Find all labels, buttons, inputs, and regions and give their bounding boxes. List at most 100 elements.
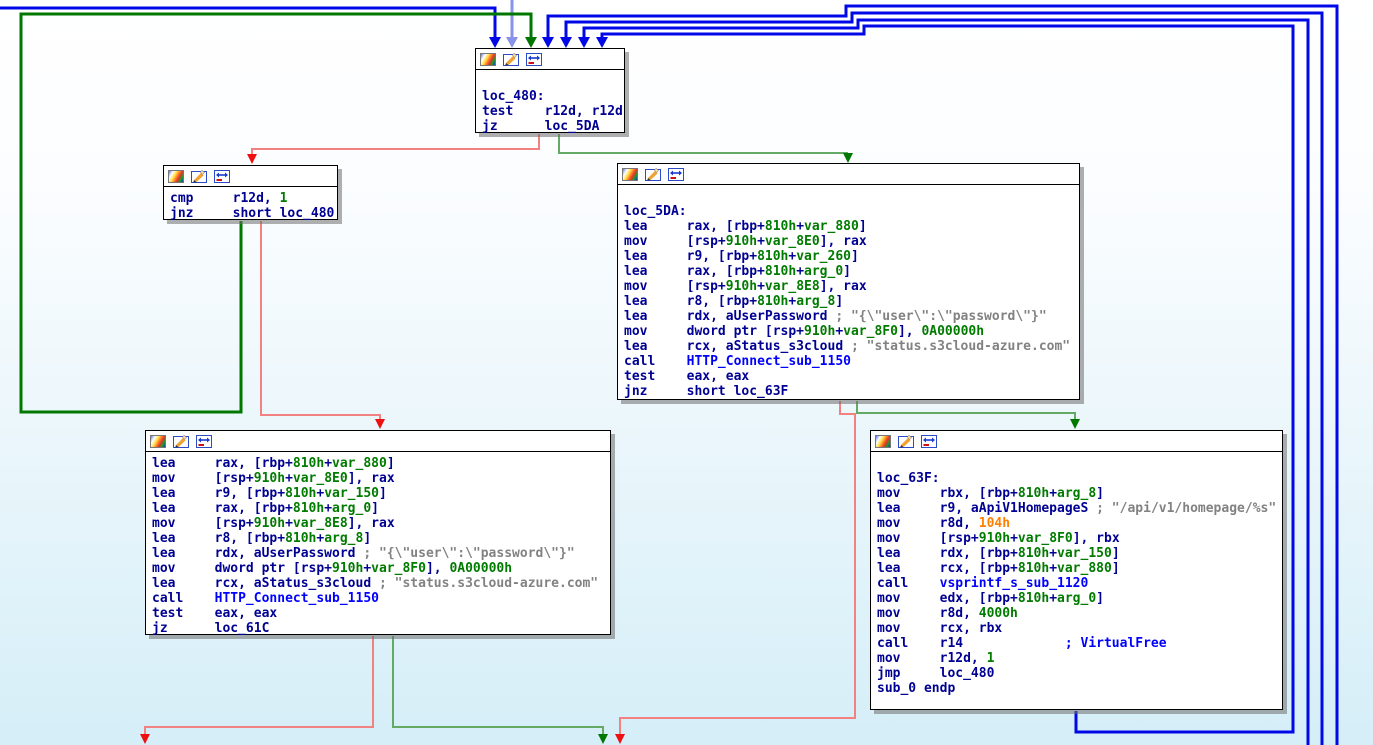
asm-line: cmp r12d, 1 (170, 191, 337, 206)
asm-line (624, 189, 1079, 204)
node-color-icon[interactable] (150, 435, 166, 448)
edge-false-connect-to-offscreen-arrowhead (140, 734, 150, 744)
node-color-icon[interactable] (168, 170, 184, 183)
node-edit-icon[interactable] (191, 170, 207, 183)
asm-line: call HTTP_Connect_sub_1150 (152, 591, 610, 606)
node-color-icon[interactable] (480, 53, 496, 66)
node-edit-icon[interactable] (898, 435, 914, 448)
asm-line: loc_5DA: (624, 204, 1079, 219)
edge-jmp-offscreen1-to-loc480-arrowhead (542, 37, 554, 48)
graph-node-connect_block[interactable]: lea rax, [rbp+810h+var_880]mov [rsp+910h… (145, 430, 611, 635)
edge-false-loc480-to-cmp (247, 134, 539, 164)
asm-line: lea rdx, aUserPassword ; "{\"user\":\"pa… (624, 309, 1079, 324)
asm-line: mov [rsp+910h+var_8E8], rax (152, 516, 610, 531)
ida-graph-view[interactable]: loc_480:test r12d, r12djz loc_5DA cmp r1… (0, 0, 1373, 745)
node-group-icon[interactable] (668, 168, 684, 181)
edge-false-loc5DA-to-offscreen (615, 401, 855, 744)
asm-line: test eax, eax (624, 369, 1079, 384)
asm-line: mov [rsp+910h+var_8E0], rax (152, 471, 610, 486)
asm-line: lea rax, [rbp+810h+var_880] (624, 219, 1079, 234)
edge-true-loc5DA-to-loc63F (857, 401, 1080, 429)
asm-line: loc_63F: (877, 471, 1282, 486)
node-group-icon[interactable] (921, 435, 937, 448)
node-disassembly[interactable]: lea rax, [rbp+810h+var_880]mov [rsp+910h… (146, 452, 610, 636)
graph-node-loc_63F[interactable]: loc_63F:mov rbx, [rbp+810h+arg_8]lea r9,… (870, 430, 1283, 710)
asm-line: lea r9, [rbp+810h+var_150] (152, 486, 610, 501)
edge-fallthrough-from-top-to-loc480 (506, 0, 518, 48)
asm-line: mov [rsp+910h+var_8F0], rbx (877, 531, 1282, 546)
asm-line: mov r8d, 104h (877, 516, 1282, 531)
edge-false-cmp-to-connect-arrowhead (375, 419, 385, 429)
node-disassembly[interactable]: loc_63F:mov rbx, [rbp+810h+arg_8]lea r9,… (871, 452, 1282, 711)
asm-line: lea r9, [rbp+810h+var_260] (624, 249, 1079, 264)
edge-true-connect-to-loc61C-offscreen-arrowhead (598, 734, 608, 744)
asm-line: lea rcx, aStatus_s3cloud ; "status.s3clo… (152, 576, 610, 591)
asm-line: call r14 ; VirtualFree (877, 636, 1282, 651)
asm-line: lea rcx, aStatus_s3cloud ; "status.s3clo… (624, 339, 1079, 354)
edge-jmp-loc63F-to-loc480-arrowhead (596, 37, 608, 48)
asm-line: jmp loc_480 (877, 666, 1282, 681)
node-title-bar[interactable] (146, 431, 610, 452)
asm-line: lea r8, [rbp+810h+arg_8] (624, 294, 1079, 309)
asm-line: loc_480: (482, 89, 624, 104)
asm-line: mov [rsp+910h+var_8E8], rax (624, 279, 1079, 294)
node-disassembly[interactable]: loc_480:test r12d, r12djz loc_5DA (476, 70, 624, 134)
asm-line: test r12d, r12d (482, 104, 624, 119)
asm-line: test eax, eax (152, 606, 610, 621)
asm-line: lea rax, [rbp+810h+arg_0] (152, 501, 610, 516)
node-title-bar[interactable] (871, 431, 1282, 452)
node-edit-icon[interactable] (503, 53, 519, 66)
asm-line: mov dword ptr [rsp+910h+var_8F0], 0A0000… (152, 561, 610, 576)
asm-line: lea rcx, [rbp+810h+var_880] (877, 561, 1282, 576)
node-title-bar[interactable] (618, 164, 1079, 185)
asm-line: mov r8d, 4000h (877, 606, 1282, 621)
asm-line: lea rax, [rbp+810h+arg_0] (624, 264, 1079, 279)
node-edit-icon[interactable] (173, 435, 189, 448)
edge-true-loc480-to-loc5DA-arrowhead (843, 153, 853, 163)
graph-node-loc_480[interactable]: loc_480:test r12d, r12djz loc_5DA (475, 48, 625, 133)
edge-false-loc480-to-cmp-arrowhead (247, 154, 257, 164)
asm-line: lea rdx, [rbp+810h+var_150] (877, 546, 1282, 561)
asm-line: jnz short loc_480 (170, 206, 337, 221)
graph-node-loc_5DA[interactable]: loc_5DA:lea rax, [rbp+810h+var_880]mov [… (617, 163, 1080, 400)
asm-line: mov [rsp+910h+var_8E0], rax (624, 234, 1079, 249)
edge-true-cmp-to-loc480-loop-arrowhead (525, 37, 537, 48)
edge-true-loc480-to-loc5DA (559, 134, 853, 163)
asm-line: call HTTP_Connect_sub_1150 (624, 354, 1079, 369)
edge-false-connect-to-offscreen (140, 636, 373, 744)
node-disassembly[interactable]: cmp r12d, 1jnz short loc_480 (164, 187, 337, 221)
asm-line: jnz short loc_63F (624, 384, 1079, 399)
asm-line: call vsprintf_s_sub_1120 (877, 576, 1282, 591)
asm-line: lea rdx, aUserPassword ; "{\"user\":\"pa… (152, 546, 610, 561)
node-disassembly[interactable]: loc_5DA:lea rax, [rbp+810h+var_880]mov [… (618, 185, 1079, 399)
asm-line: mov dword ptr [rsp+910h+var_8F0], 0A0000… (624, 324, 1079, 339)
asm-line: lea r9, aApiV1HomepageS ; "/api/v1/homep… (877, 501, 1282, 516)
asm-line: sub_0 endp (877, 681, 1282, 696)
asm-line: mov rbx, [rbp+810h+arg_8] (877, 486, 1282, 501)
asm-line: jz loc_5DA (482, 119, 624, 134)
asm-line (482, 74, 624, 89)
edge-fallthrough-from-top-to-loc480-arrowhead (506, 37, 518, 48)
node-group-icon[interactable] (214, 170, 230, 183)
node-group-icon[interactable] (526, 53, 542, 66)
asm-line: lea r8, [rbp+810h+arg_8] (152, 531, 610, 546)
edge-jmp-offscreen3-to-loc480-arrowhead (578, 37, 590, 48)
edge-true-loc5DA-to-loc63F-arrowhead (1070, 419, 1080, 429)
edge-jmp-offscreen2-to-loc480-arrowhead (560, 37, 572, 48)
node-color-icon[interactable] (875, 435, 891, 448)
asm-line: jz loc_61C (152, 621, 610, 636)
edge-false-cmp-to-connect (261, 221, 385, 429)
node-group-icon[interactable] (196, 435, 212, 448)
edge-true-connect-to-loc61C-offscreen (393, 636, 608, 744)
node-title-bar[interactable] (476, 49, 624, 70)
asm-line (877, 696, 1282, 711)
asm-line: mov edx, [rbp+810h+arg_0] (877, 591, 1282, 606)
edge-blue-from-left-to-loc480-arrowhead (489, 37, 501, 48)
asm-line: mov r12d, 1 (877, 651, 1282, 666)
node-edit-icon[interactable] (645, 168, 661, 181)
edge-false-loc5DA-to-offscreen-arrowhead (615, 734, 625, 744)
node-color-icon[interactable] (622, 168, 638, 181)
node-title-bar[interactable] (164, 166, 337, 187)
asm-line: mov rcx, rbx (877, 621, 1282, 636)
graph-node-cmp_block[interactable]: cmp r12d, 1jnz short loc_480 (163, 165, 338, 220)
